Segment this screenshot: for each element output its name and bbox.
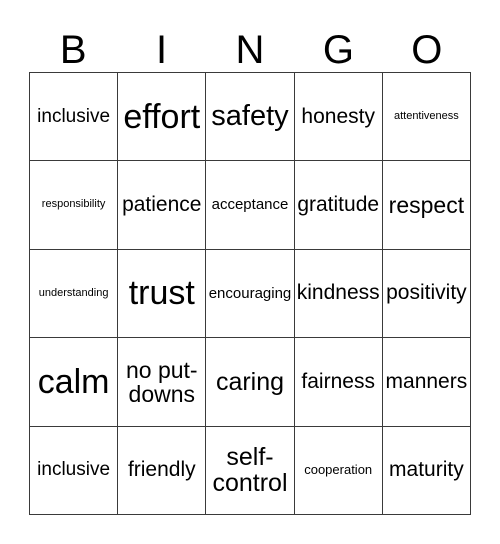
bingo-cell-label: kindness: [296, 281, 380, 305]
bingo-cell-label: patience: [122, 192, 202, 216]
bingo-cell-label: inclusive: [37, 105, 111, 127]
bingo-cell[interactable]: gratitude: [294, 161, 383, 250]
header-letter-b: B: [59, 28, 87, 72]
bingo-cell[interactable]: inclusive: [30, 426, 119, 515]
bingo-cell-label: understanding: [38, 286, 109, 299]
bingo-cell[interactable]: fairness: [294, 338, 383, 427]
bingo-cell-label: no put-downs: [125, 356, 198, 407]
bingo-cell[interactable]: inclusive: [30, 73, 119, 162]
header-letter-o: O: [411, 28, 443, 72]
bingo-cell[interactable]: calm: [30, 338, 119, 427]
bingo-cell[interactable]: encouraging: [206, 249, 295, 339]
bingo-cell[interactable]: understanding: [30, 249, 119, 339]
bingo-cell[interactable]: respect: [382, 161, 471, 250]
header-letter-i: I: [156, 28, 168, 72]
bingo-cell[interactable]: cooperation: [294, 426, 383, 515]
bingo-cell-label: positivity: [386, 281, 467, 305]
bingo-cell[interactable]: friendly: [118, 426, 207, 515]
bingo-cell-label: maturity: [389, 458, 464, 482]
bingo-cell[interactable]: trust: [118, 249, 207, 339]
bingo-cell[interactable]: honesty: [294, 73, 383, 162]
bingo-cell-label: safety: [211, 100, 289, 133]
bingo-cell[interactable]: safety: [206, 73, 295, 162]
bingo-cell-label: cooperation: [304, 462, 373, 478]
bingo-card: B I N G O inclusive effort safety honest…: [0, 0, 500, 544]
bingo-cell[interactable]: caring: [206, 338, 295, 427]
bingo-cell-label: trust: [128, 274, 195, 313]
bingo-cell-label: encouraging: [208, 284, 292, 302]
bingo-cell[interactable]: manners: [382, 338, 471, 427]
bingo-cell-label: inclusive: [37, 459, 111, 481]
bingo-header: B I N G O: [29, 14, 471, 72]
bingo-cell[interactable]: maturity: [382, 426, 471, 515]
bingo-cell-label: respect: [388, 191, 465, 218]
bingo-cell[interactable]: no put-downs: [118, 338, 207, 427]
bingo-cell[interactable]: responsibility: [30, 161, 119, 250]
bingo-cell-label: manners: [385, 369, 468, 393]
bingo-cell[interactable]: effort: [118, 73, 207, 162]
bingo-cell-label: responsibility: [41, 198, 106, 211]
bingo-cell[interactable]: acceptance: [206, 161, 295, 250]
bingo-cell-label: self-control: [212, 442, 288, 498]
bingo-cell[interactable]: positivity: [382, 249, 471, 339]
bingo-cell-label: caring: [215, 367, 285, 396]
bingo-grid: inclusive effort safety honesty attentiv…: [29, 72, 471, 515]
bingo-cell-label: fairness: [301, 369, 375, 393]
header-letter-n: N: [235, 28, 265, 72]
bingo-cell[interactable]: kindness: [294, 249, 383, 339]
bingo-cell-label: gratitude: [297, 192, 380, 216]
bingo-cell-label: honesty: [301, 104, 375, 128]
header-letter-g: G: [322, 28, 354, 72]
bingo-cell-label: acceptance: [211, 196, 289, 214]
bingo-cell-label: effort: [123, 97, 201, 136]
bingo-cell-label: friendly: [127, 458, 196, 482]
bingo-cell[interactable]: attentiveness: [382, 73, 471, 162]
bingo-cell-label: calm: [37, 362, 110, 401]
bingo-cell-label: attentiveness: [393, 109, 459, 122]
bingo-cell[interactable]: self-control: [206, 426, 295, 515]
bingo-cell[interactable]: patience: [118, 161, 207, 250]
